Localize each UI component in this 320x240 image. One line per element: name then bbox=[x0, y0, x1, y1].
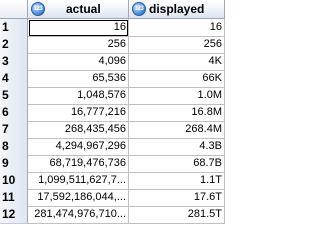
numeric-type-icon: 123 bbox=[132, 2, 146, 16]
cell-actual[interactable]: 4,294,967,296 bbox=[28, 138, 129, 156]
row-number[interactable]: 2 bbox=[0, 36, 28, 54]
numeric-type-icon: 123 bbox=[31, 2, 45, 16]
table-row: 12 281,474,976,710... 281.5T bbox=[0, 206, 225, 224]
row-number[interactable]: 10 bbox=[0, 172, 28, 190]
table-row: 3 4,096 4K bbox=[0, 53, 225, 71]
cell-displayed[interactable]: 4.3B bbox=[129, 138, 225, 156]
cell-displayed[interactable]: 16.8M bbox=[129, 104, 225, 122]
cell-displayed[interactable]: 68.7B bbox=[129, 155, 225, 173]
column-header-label: displayed bbox=[149, 2, 205, 16]
table-row: 4 65,536 66K bbox=[0, 70, 225, 88]
cell-displayed[interactable]: 4K bbox=[129, 53, 225, 71]
row-number[interactable]: 12 bbox=[0, 206, 28, 224]
cell-actual[interactable]: 256 bbox=[28, 36, 129, 54]
column-header-displayed[interactable]: 123 displayed bbox=[129, 0, 225, 19]
row-number[interactable]: 11 bbox=[0, 189, 28, 207]
table-row: 11 17,592,186,044,... 17.6T bbox=[0, 189, 225, 207]
column-header-label: actual bbox=[66, 2, 101, 16]
row-number[interactable]: 4 bbox=[0, 70, 28, 88]
data-grid: 123 actual 123 displayed 1 16 16 2 256 256 3 4,… bbox=[0, 0, 225, 226]
cell-actual[interactable]: 17,592,186,044,... bbox=[28, 189, 129, 207]
row-number[interactable]: 8 bbox=[0, 138, 28, 156]
row-number[interactable]: 1 bbox=[0, 19, 28, 37]
cell-actual[interactable]: 1,048,576 bbox=[28, 87, 129, 105]
cell-actual[interactable]: 281,474,976,710... bbox=[28, 206, 129, 224]
select-all-corner[interactable] bbox=[0, 0, 28, 19]
row-number[interactable]: 6 bbox=[0, 104, 28, 122]
table-row: 9 68,719,476,736 68.7B bbox=[0, 155, 225, 173]
table-row: 1 16 16 bbox=[0, 19, 225, 37]
column-header-row: 123 actual 123 displayed bbox=[0, 0, 225, 19]
cell-displayed[interactable]: 66K bbox=[129, 70, 225, 88]
table-row: 5 1,048,576 1.0M bbox=[0, 87, 225, 105]
table-row: 6 16,777,216 16.8M bbox=[0, 104, 225, 122]
cell-displayed[interactable]: 281.5T bbox=[129, 206, 225, 224]
cell-displayed[interactable]: 16 bbox=[129, 19, 225, 37]
cell-actual[interactable]: 65,536 bbox=[28, 70, 129, 88]
row-number[interactable]: 5 bbox=[0, 87, 28, 105]
cell-actual[interactable]: 16 bbox=[28, 19, 129, 37]
cell-actual[interactable]: 16,777,216 bbox=[28, 104, 129, 122]
cell-displayed[interactable]: 1.1T bbox=[129, 172, 225, 190]
row-number[interactable]: 7 bbox=[0, 121, 28, 139]
cell-actual[interactable]: 1,099,511,627,7... bbox=[28, 172, 129, 190]
column-header-actual[interactable]: 123 actual bbox=[28, 0, 129, 19]
table-row: 7 268,435,456 268.4M bbox=[0, 121, 225, 139]
cell-actual[interactable]: 4,096 bbox=[28, 53, 129, 71]
cell-actual[interactable]: 68,719,476,736 bbox=[28, 155, 129, 173]
row-number[interactable]: 9 bbox=[0, 155, 28, 173]
cell-displayed[interactable]: 268.4M bbox=[129, 121, 225, 139]
cell-displayed[interactable]: 17.6T bbox=[129, 189, 225, 207]
cell-displayed[interactable]: 1.0M bbox=[129, 87, 225, 105]
table-row: 10 1,099,511,627,7... 1.1T bbox=[0, 172, 225, 190]
cell-displayed[interactable]: 256 bbox=[129, 36, 225, 54]
table-row: 2 256 256 bbox=[0, 36, 225, 54]
row-number[interactable]: 3 bbox=[0, 53, 28, 71]
table-row: 8 4,294,967,296 4.3B bbox=[0, 138, 225, 156]
cell-actual[interactable]: 268,435,456 bbox=[28, 121, 129, 139]
